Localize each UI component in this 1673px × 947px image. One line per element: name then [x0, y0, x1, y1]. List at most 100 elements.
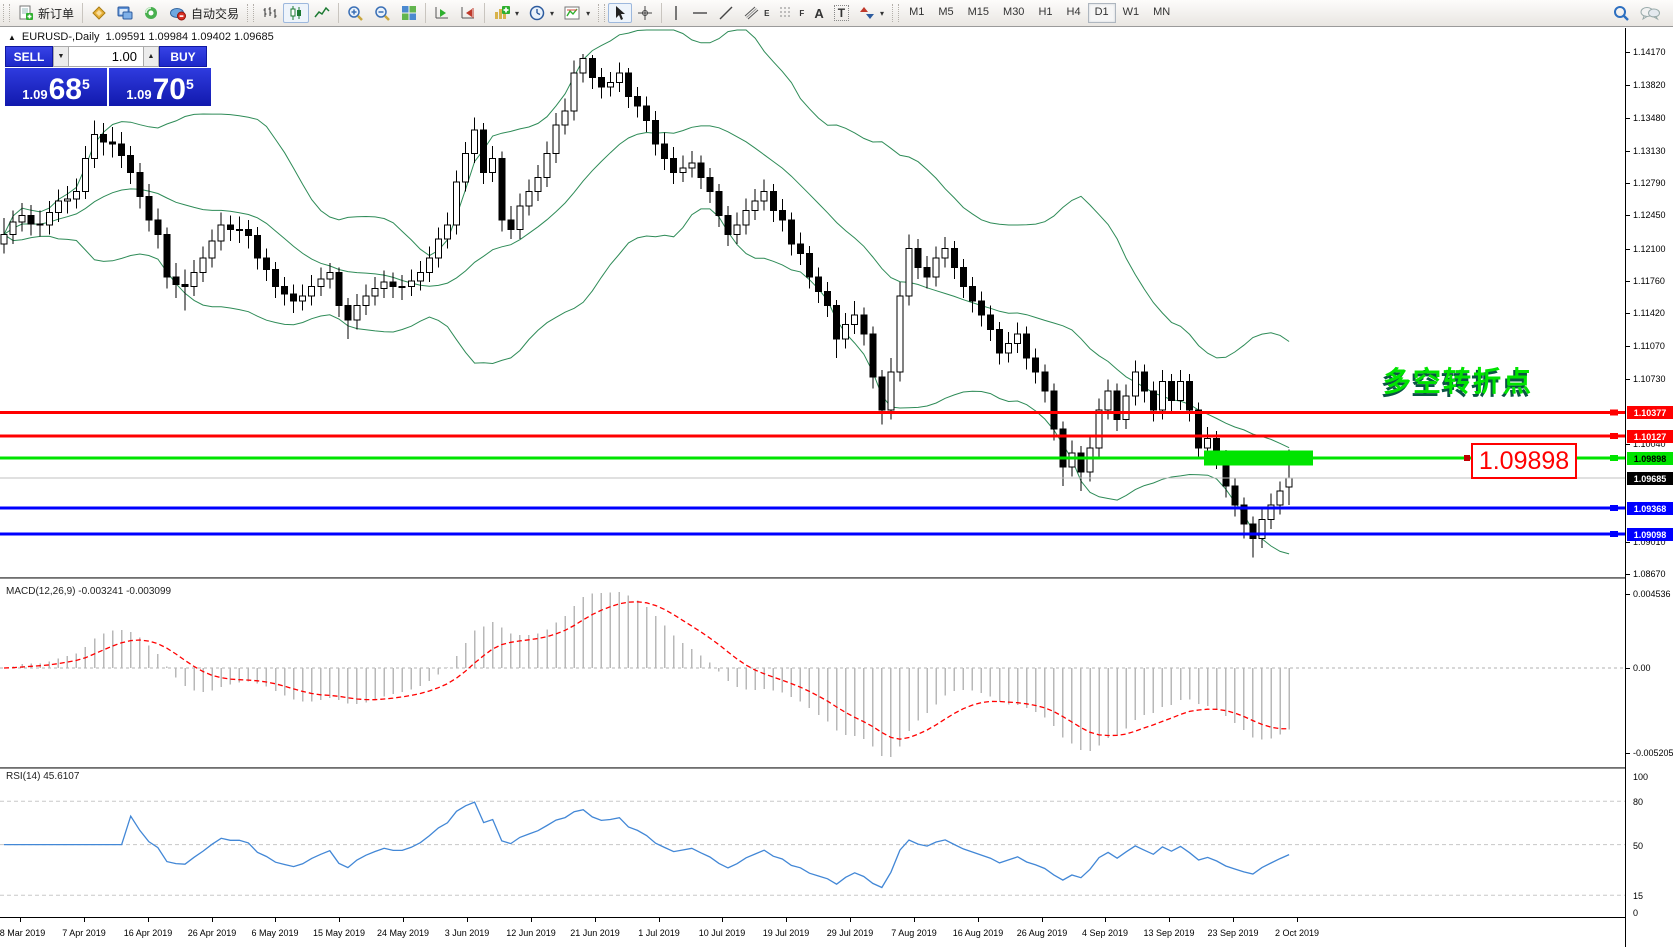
candle-body: [490, 158, 496, 172]
candle-body: [607, 82, 613, 87]
time-tickmark: [403, 918, 404, 922]
volume-decrease-button[interactable]: ▼: [53, 46, 69, 67]
signal-icon: [143, 5, 159, 21]
gold-book-icon: [91, 5, 107, 21]
indicators-button[interactable]: ▾: [488, 3, 524, 23]
candle-body: [1259, 519, 1265, 538]
text-label-button[interactable]: T: [829, 3, 854, 23]
candle-body: [671, 158, 677, 172]
price-tick-label: 1.13130: [1633, 146, 1666, 156]
panel-separator[interactable]: [0, 767, 1673, 769]
charts-window-button[interactable]: [112, 3, 138, 23]
channel-button[interactable]: E: [739, 3, 774, 23]
trendline-button[interactable]: [713, 3, 739, 23]
zoom-out-button[interactable]: [369, 3, 396, 23]
zoom-in-button[interactable]: [342, 3, 369, 23]
volume-input[interactable]: [69, 46, 143, 67]
candle-body: [499, 158, 505, 220]
highlight-rect[interactable]: [1204, 450, 1313, 465]
toolbar-grip[interactable]: [598, 4, 605, 22]
buy-button[interactable]: BUY: [159, 46, 207, 67]
collapse-arrow-icon[interactable]: ▲: [8, 33, 16, 42]
sell-price-display[interactable]: 1.09 68 5: [5, 68, 107, 106]
bar-chart-button[interactable]: [257, 3, 283, 23]
buy-price-small: 1.09: [126, 86, 151, 103]
candle-body: [508, 220, 514, 230]
candle-body: [101, 135, 107, 143]
band-line[interactable]: [4, 209, 1289, 554]
timeframe-button-W1[interactable]: W1: [1116, 3, 1147, 23]
text-button[interactable]: A: [809, 3, 828, 23]
chart-shift-button[interactable]: [455, 3, 481, 23]
toolbar-grip[interactable]: [247, 4, 254, 22]
chat-button[interactable]: [1635, 3, 1665, 23]
charts-window-icon: [117, 5, 133, 21]
price-tick-label: 1.11070: [1633, 341, 1665, 351]
timeframe-button-M5[interactable]: M5: [931, 3, 960, 23]
timeframe-button-M15[interactable]: M15: [961, 3, 996, 23]
price-tick-label: 1.14170: [1633, 47, 1666, 57]
axis-tickmark: [1626, 151, 1630, 152]
panel-separator[interactable]: [0, 577, 1673, 579]
candle-body: [906, 249, 912, 297]
toolbar-grip[interactable]: [892, 4, 899, 22]
time-tickmark: [1169, 918, 1170, 922]
hline-handle[interactable]: [1610, 409, 1618, 415]
time-axis-label: 16 Apr 2019: [124, 928, 173, 938]
auto-scroll-button[interactable]: [429, 3, 455, 23]
cursor-icon: [613, 5, 627, 21]
horizontal-line-button[interactable]: [687, 3, 713, 23]
callout-handle[interactable]: [1464, 455, 1470, 461]
sell-button[interactable]: SELL: [5, 46, 53, 67]
vertical-line-button[interactable]: [665, 3, 687, 23]
turning-point-annotation[interactable]: 多空转折点: [1383, 360, 1533, 400]
timeframe-button-H1[interactable]: H1: [1031, 3, 1059, 23]
buy-price-display[interactable]: 1.09 70 5: [109, 68, 211, 106]
time-axis-label: 24 May 2019: [377, 928, 429, 938]
timeframe-button-MN[interactable]: MN: [1146, 3, 1177, 23]
templates-button[interactable]: ▾: [559, 3, 595, 23]
time-axis-label: 6 May 2019: [251, 928, 298, 938]
hline-handle[interactable]: [1610, 433, 1618, 439]
candle-body: [1123, 396, 1129, 420]
macd-axis-label: 0.00: [1633, 663, 1651, 673]
candle-body: [164, 234, 170, 277]
tile-windows-button[interactable]: [396, 3, 422, 23]
candle-body: [779, 211, 785, 221]
time-tickmark: [212, 918, 213, 922]
volume-increase-button[interactable]: ▲: [143, 46, 159, 67]
market-watch-button[interactable]: [86, 3, 112, 23]
line-chart-button[interactable]: [309, 3, 335, 23]
hline-handle[interactable]: [1610, 455, 1618, 461]
crosshair-button[interactable]: [632, 3, 658, 23]
price-tick-label: 1.12100: [1633, 244, 1666, 254]
time-tickmark: [786, 918, 787, 922]
time-axis[interactable]: 28 Mar 20197 Apr 201916 Apr 201926 Apr 2…: [0, 917, 1625, 947]
hline-handle[interactable]: [1610, 505, 1618, 511]
timeframe-button-D1[interactable]: D1: [1088, 3, 1116, 23]
candle-body: [1277, 491, 1283, 505]
timeframe-button-H4[interactable]: H4: [1060, 3, 1088, 23]
rsi-axis-label: 50: [1633, 841, 1643, 851]
price-axis[interactable]: 1.141701.138201.134801.131301.127901.124…: [1625, 28, 1673, 947]
fibonacci-button[interactable]: F: [774, 3, 809, 23]
search-button[interactable]: [1607, 3, 1635, 23]
candle-body: [816, 277, 822, 291]
candle-body: [716, 192, 722, 216]
hline-handle[interactable]: [1610, 531, 1618, 537]
candle-body: [1250, 524, 1256, 538]
new-order-button[interactable]: 新订单: [13, 3, 79, 23]
candlestick-button[interactable]: [283, 3, 309, 23]
candle-body: [960, 268, 966, 287]
cursor-button[interactable]: [608, 3, 632, 23]
signals-button[interactable]: [138, 3, 164, 23]
autotrade-button[interactable]: 自动交易: [164, 3, 244, 23]
toolbar-grip[interactable]: [3, 4, 10, 22]
timeframe-button-M30[interactable]: M30: [996, 3, 1031, 23]
candle-body: [517, 206, 523, 230]
periods-button[interactable]: ▾: [524, 3, 559, 23]
price-callout-label[interactable]: 1.09898: [1471, 443, 1577, 479]
arrows-button[interactable]: ▾: [854, 3, 889, 23]
timeframe-button-M1[interactable]: M1: [902, 3, 931, 23]
candle-body: [1042, 372, 1048, 391]
